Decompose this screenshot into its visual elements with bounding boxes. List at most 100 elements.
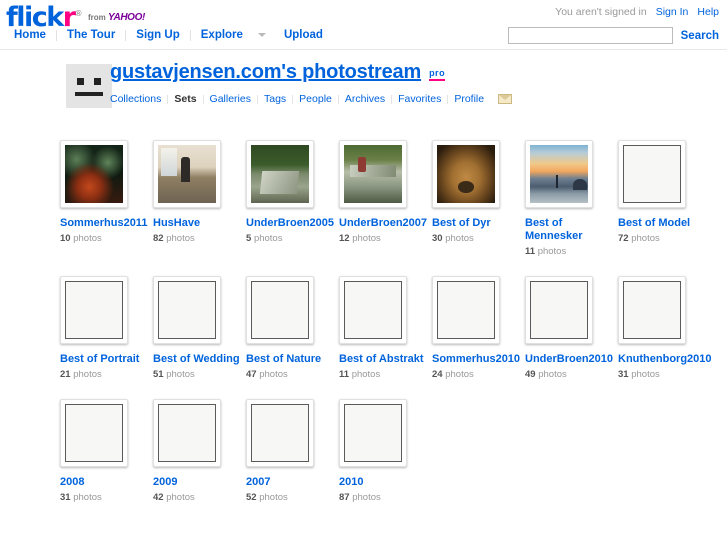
set-thumbnail[interactable] <box>432 276 500 344</box>
set-photo-count-label: photos <box>445 369 474 380</box>
set-thumbnail[interactable] <box>246 140 314 208</box>
subnav-item-galleries[interactable]: Galleries <box>204 93 257 105</box>
set-thumbnail[interactable] <box>339 276 407 344</box>
nav-item-sign-up[interactable]: Sign Up <box>126 29 189 41</box>
set-title-link[interactable]: UnderBroen2005 <box>246 217 339 230</box>
subnav-item-profile[interactable]: Profile <box>448 93 490 105</box>
search-button[interactable]: Search <box>681 30 719 42</box>
thumbnail-artwork <box>530 145 588 203</box>
set-title-link[interactable]: Best of Abstrakt <box>339 353 432 366</box>
main-nav: Home The Tour Sign Up Explore Upload <box>4 29 333 41</box>
from-yahoo-tagline: from YAHOO! <box>88 12 145 23</box>
set-thumbnail[interactable] <box>60 276 128 344</box>
default-buddy-icon[interactable] <box>66 64 112 108</box>
photo-set-item: Best of Dyr 30 photos <box>432 140 525 257</box>
set-thumbnail[interactable] <box>246 399 314 467</box>
set-photo-count-label: photos <box>73 233 102 244</box>
set-thumbnail[interactable] <box>525 140 593 208</box>
nav-item-home[interactable]: Home <box>4 29 56 41</box>
set-title-link[interactable]: 2009 <box>153 476 246 489</box>
set-thumbnail-image <box>437 145 495 203</box>
set-title-link[interactable]: 2008 <box>60 476 153 489</box>
set-photo-count-number: 11 <box>339 369 350 380</box>
chevron-down-icon[interactable] <box>257 33 266 37</box>
photo-set-item: Best of Portrait 21 photos <box>60 276 153 380</box>
photo-set-item: Knuthenborg2010 31 photos <box>618 276 712 380</box>
set-photo-count-number: 11 <box>525 246 536 257</box>
subnav-item-collections[interactable]: Collections <box>110 93 167 105</box>
set-photo-count: 5 photos <box>246 233 339 244</box>
set-photo-count-label: photos <box>351 369 381 380</box>
nav-item-upload[interactable]: Upload <box>274 29 333 41</box>
subnav-item-tags[interactable]: Tags <box>258 93 292 105</box>
set-thumbnail[interactable] <box>246 276 314 344</box>
set-title-link[interactable]: Best of Dyr <box>432 217 525 230</box>
set-title-link[interactable]: Best of Mennesker <box>525 217 618 243</box>
set-thumbnail[interactable] <box>153 140 221 208</box>
set-thumbnail[interactable] <box>153 276 221 344</box>
set-photo-count-label: photos <box>537 246 567 257</box>
set-thumbnail-placeholder <box>251 281 309 339</box>
sign-in-link[interactable]: Sign In <box>656 6 689 18</box>
help-link[interactable]: Help <box>697 6 719 18</box>
set-photo-count-number: 52 <box>246 492 257 503</box>
nav-item-explore[interactable]: Explore <box>191 29 253 41</box>
set-photo-count-label: photos <box>253 233 283 244</box>
photo-set-item: Best of Model 72 photos <box>618 140 711 257</box>
search-input[interactable] <box>507 27 673 44</box>
set-title-link[interactable]: Best of Wedding <box>153 353 246 366</box>
set-title-link[interactable]: HusHave <box>153 217 246 230</box>
set-title-link[interactable]: 2010 <box>339 476 432 489</box>
set-photo-count-number: 24 <box>432 369 443 380</box>
set-title-link[interactable]: UnderBroen2007 <box>339 217 432 230</box>
set-thumbnail[interactable] <box>339 140 407 208</box>
photo-set-item: Best of Wedding 51 photos <box>153 276 246 380</box>
set-thumbnail[interactable] <box>432 140 500 208</box>
account-status-row: You aren't signed in Sign In Help <box>555 6 719 18</box>
subnav-item-archives[interactable]: Archives <box>339 93 391 105</box>
set-photo-count: 11 photos <box>525 246 618 257</box>
profile-header: gustavjensen.com's photostream pro Colle… <box>0 61 727 122</box>
set-photo-count: 10 photos <box>60 233 153 244</box>
page-title[interactable]: gustavjensen.com's photostream <box>110 61 421 84</box>
photo-set-item: UnderBroen2010 49 photos <box>525 276 618 380</box>
set-photo-count-label: photos <box>166 233 195 244</box>
set-title-link[interactable]: UnderBroen2010 <box>525 353 618 366</box>
set-thumbnail-placeholder <box>530 281 588 339</box>
set-title-link[interactable]: Best of Portrait <box>60 353 153 366</box>
set-title-link[interactable]: Knuthenborg2010 <box>618 353 712 366</box>
set-thumbnail-placeholder <box>623 145 681 203</box>
subnav-item-people[interactable]: People <box>293 93 338 105</box>
set-title-link[interactable]: 2007 <box>246 476 339 489</box>
set-thumbnail-placeholder <box>344 281 402 339</box>
set-photo-count-label: photos <box>631 233 660 244</box>
set-thumbnail-placeholder <box>65 281 123 339</box>
subnav-item-favorites[interactable]: Favorites <box>392 93 447 105</box>
set-thumbnail[interactable] <box>525 276 593 344</box>
subnav-item-sets[interactable]: Sets <box>168 93 202 105</box>
set-title-link[interactable]: Sommerhus2011 <box>60 217 153 230</box>
set-thumbnail[interactable] <box>339 399 407 467</box>
thumbnail-artwork <box>158 145 216 203</box>
envelope-icon[interactable] <box>498 94 513 104</box>
set-title-link[interactable]: Best of Model <box>618 217 711 230</box>
signed-out-text: You aren't signed in <box>555 6 647 18</box>
nav-item-the-tour[interactable]: The Tour <box>57 29 125 41</box>
photo-set-item: UnderBroen2005 5 photos <box>246 140 339 257</box>
set-thumbnail[interactable] <box>618 140 686 208</box>
set-photo-count: 87 photos <box>339 492 432 503</box>
photo-set-item: Best of Mennesker 11 photos <box>525 140 618 257</box>
set-photo-count-label: photos <box>166 369 195 380</box>
set-thumbnail[interactable] <box>153 399 221 467</box>
set-title-link[interactable]: Sommerhus2010 <box>432 353 525 366</box>
photo-set-item: Sommerhus2011 10 photos <box>60 140 153 257</box>
set-photo-count: 24 photos <box>432 369 525 380</box>
set-title-link[interactable]: Best of Nature <box>246 353 339 366</box>
set-thumbnail[interactable] <box>618 276 686 344</box>
profile-body: gustavjensen.com's photostream pro Colle… <box>110 61 513 105</box>
set-photo-count-label: photos <box>538 369 567 380</box>
set-thumbnail[interactable] <box>60 399 128 467</box>
set-photo-count-number: 10 <box>60 233 71 244</box>
set-thumbnail[interactable] <box>60 140 128 208</box>
set-thumbnail-placeholder <box>623 281 681 339</box>
